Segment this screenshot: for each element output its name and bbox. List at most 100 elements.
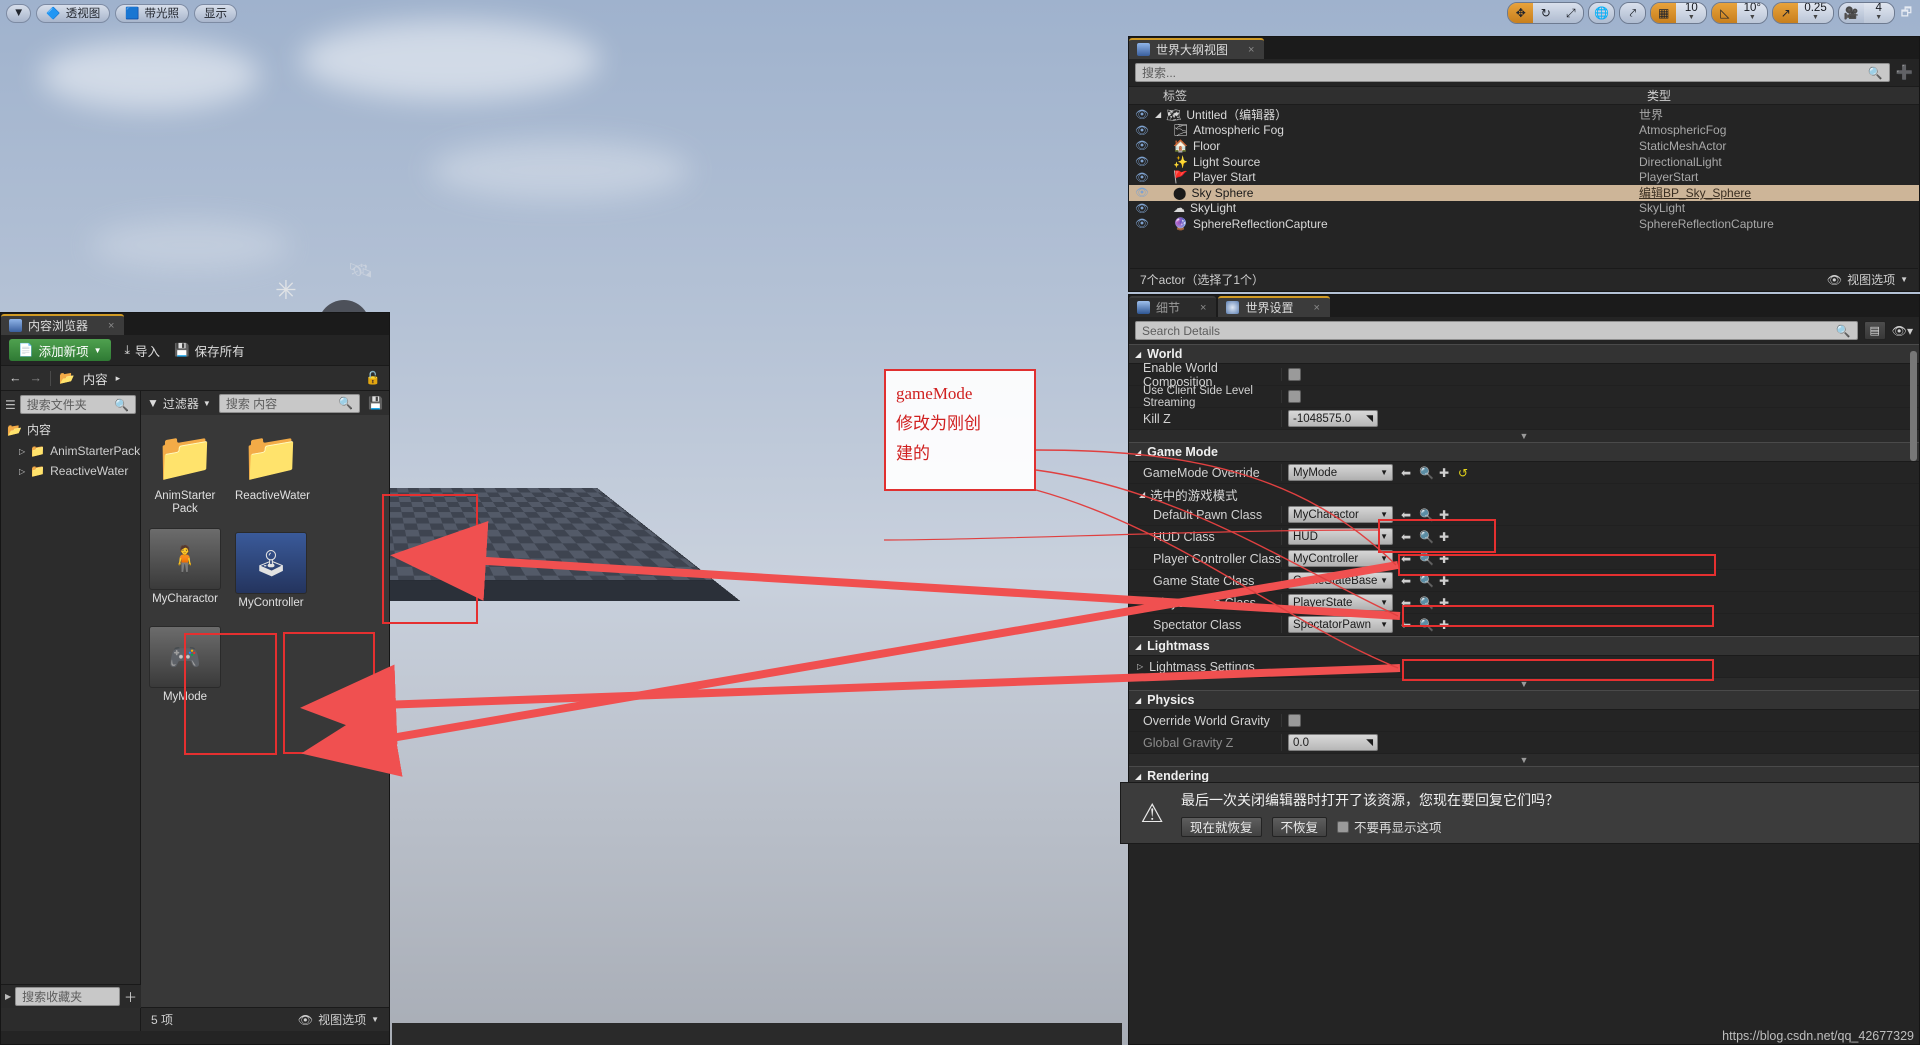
tree-item-animstarterpack[interactable]: ▷ 📁 AnimStarterPack [1, 441, 140, 461]
chevron-right-icon[interactable]: ▷ [19, 467, 25, 476]
combo-gamemode-override[interactable]: MyMode ▼ [1288, 464, 1393, 481]
expander-icon[interactable]: ◢ [1155, 110, 1161, 119]
browse-back-icon[interactable]: ⬅ [1400, 466, 1412, 480]
section-lightmass[interactable]: ◢ Lightmass [1129, 636, 1919, 656]
find-in-content-browser-icon[interactable]: 🔍 [1419, 596, 1434, 610]
add-new-button[interactable]: 📄 添加新项 ▼ [9, 339, 111, 361]
details-search-input[interactable]: Search Details 🔍 [1135, 321, 1858, 340]
create-new-asset-icon[interactable]: ✚ [1438, 596, 1450, 610]
table-row[interactable]: 👁 🔮 SphereReflectionCapture SphereReflec… [1129, 216, 1919, 232]
find-in-content-browser-icon[interactable]: 🔍 [1419, 574, 1434, 588]
column-header-type[interactable]: 类型 [1639, 87, 1919, 104]
table-row[interactable]: 👁 🏠 Floor StaticMeshActor [1129, 138, 1919, 154]
find-in-content-browser-icon[interactable]: 🔍 [1419, 530, 1434, 544]
dont-restore-button[interactable]: 不恢复 [1271, 816, 1328, 837]
asset-item-reactivewater[interactable]: 📁 ReactiveWater [235, 425, 310, 516]
tab-world-settings[interactable]: 世界设置 × [1218, 296, 1330, 317]
visibility-eye-icon[interactable]: 👁 [1129, 139, 1155, 152]
row-default-pawn-class[interactable]: Default Pawn Class MyCharactor ▼ ⬅ 🔍 ✚ [1129, 504, 1919, 526]
lock-icon[interactable]: 🔓 [365, 371, 381, 386]
row-gamemode-override[interactable]: GameMode Override MyMode ▼ ⬅ 🔍 ✚ ↺ [1129, 462, 1919, 484]
create-new-asset-icon[interactable]: ✚ [1438, 508, 1450, 522]
table-row[interactable]: 👁 🌫 Atmospheric Fog AtmosphericFog [1129, 123, 1919, 139]
tree-item-reactivewater[interactable]: ▷ 📁 ReactiveWater [1, 461, 140, 481]
viewport-options-button[interactable]: ▼ [6, 3, 32, 23]
row-kill-z[interactable]: Kill Z -1048575.0 ◥ [1129, 408, 1919, 430]
physics-section-expander[interactable]: ▼ [1129, 754, 1919, 766]
tree-item-content[interactable]: 📂 内容 [1, 418, 140, 441]
import-button[interactable]: ⤓ 导入 [125, 341, 161, 360]
visibility-eye-icon[interactable]: 👁 [1129, 108, 1155, 121]
save-search-icon[interactable]: 💾 [368, 396, 383, 410]
table-row[interactable]: 👁 ✨ Light Source DirectionalLight [1129, 154, 1919, 170]
row-enable-world-composition[interactable]: Enable World Composition [1129, 361, 1919, 389]
outliner-search-input[interactable]: 搜索... 🔍 [1135, 63, 1890, 82]
skylight-actor-icon[interactable]: ✳ [275, 275, 297, 306]
tab-content-browser-close[interactable]: × [108, 320, 114, 332]
favorites-search-input[interactable]: 搜索收藏夹 [15, 987, 120, 1006]
row-use-client-side-level-streaming[interactable]: Use Client Side Level Streaming [1129, 385, 1919, 409]
tab-details[interactable]: 细节 × [1129, 296, 1217, 317]
expander-icon[interactable]: ▷ [1137, 662, 1143, 671]
combo-player-controller-class[interactable]: MyController ▼ [1288, 550, 1393, 567]
combo-player-state-class[interactable]: PlayerState ▼ [1288, 594, 1393, 611]
asset-item-animstarterpack[interactable]: 📁 AnimStarter Pack [149, 425, 221, 516]
nav-back-icon[interactable]: ← [9, 371, 22, 385]
browse-back-icon[interactable]: ⬅ [1400, 596, 1412, 610]
subheader-selected-gamemode[interactable]: ◢ 选中的游戏模式 [1129, 484, 1919, 504]
breadcrumb-arrow-icon[interactable]: ▸ [116, 373, 121, 384]
chevron-down-icon[interactable]: ▼ [1900, 275, 1908, 284]
browse-back-icon[interactable]: ⬅ [1400, 618, 1412, 632]
browse-back-icon[interactable]: ⬅ [1400, 574, 1412, 588]
combo-spectator-class[interactable]: SpectatorPawn ▼ [1288, 616, 1393, 633]
create-new-asset-icon[interactable]: ✚ [1438, 530, 1450, 544]
breadcrumb[interactable]: 内容 [83, 369, 108, 388]
find-in-content-browser-icon[interactable]: 🔍 [1419, 552, 1434, 566]
asset-item-mycontroller[interactable]: 🕹 MyController [235, 532, 307, 610]
asset-item-mycharactor[interactable]: 🧍 MyCharactor [149, 528, 221, 610]
combo-hud-class[interactable]: HUD ▼ [1288, 528, 1393, 545]
atmospheric-fog-actor-icon[interactable]: 🛰 [348, 258, 373, 283]
row-lightmass-settings[interactable]: ▷ Lightmass Settings [1129, 656, 1919, 678]
tab-details-close[interactable]: × [1200, 302, 1206, 314]
create-new-asset-icon[interactable]: ✚ [1438, 618, 1450, 632]
find-in-content-browser-icon[interactable]: 🔍 [1419, 508, 1434, 522]
row-player-controller-class[interactable]: Player Controller Class MyController ▼ ⬅ … [1129, 548, 1919, 570]
tree-options-icon[interactable]: ☰ [5, 398, 16, 412]
row-type[interactable]: 编辑BP_Sky_Sphere [1639, 184, 1919, 201]
world-section-expander[interactable]: ▼ [1129, 430, 1919, 442]
table-row[interactable]: 👁 🚩 Player Start PlayerStart [1129, 169, 1919, 185]
create-new-asset-icon[interactable]: ✚ [1438, 552, 1450, 566]
checkbox-enable-world-composition[interactable] [1288, 368, 1301, 381]
show-flags-button[interactable]: 显示 [194, 3, 238, 23]
browse-back-icon[interactable]: ⬅ [1400, 552, 1412, 566]
row-player-state-class[interactable]: Player State Class PlayerState ▼ ⬅ 🔍 ✚ [1129, 592, 1919, 614]
add-actor-icon[interactable]: ➕ [1896, 64, 1913, 81]
row-global-gravity-z[interactable]: Global Gravity Z 0.0 ◥ [1129, 732, 1919, 754]
dont-show-again-checkbox[interactable]: 不要再显示这项 [1337, 817, 1442, 836]
input-kill-z[interactable]: -1048575.0 ◥ [1288, 410, 1378, 427]
visibility-eye-icon[interactable]: 👁 [1129, 171, 1155, 184]
asset-item-mymode[interactable]: 🎮 MyMode [149, 626, 221, 704]
combo-default-pawn-class[interactable]: MyCharactor ▼ [1288, 506, 1393, 523]
visibility-eye-icon[interactable]: 👁 [1129, 217, 1155, 230]
details-scrollbar[interactable] [1910, 351, 1917, 461]
reset-to-default-icon[interactable]: ↺ [1457, 466, 1469, 480]
section-physics[interactable]: ◢ Physics [1129, 690, 1919, 710]
visibility-eye-icon[interactable]: 👁 [1129, 155, 1155, 168]
chevron-down-icon[interactable]: ▼ [371, 1015, 379, 1024]
tab-world-outliner[interactable]: 世界大纲视图 × [1129, 38, 1265, 59]
view-mode-lit[interactable]: 🟦 带光照 [115, 3, 190, 23]
create-new-asset-icon[interactable]: ✚ [1438, 574, 1450, 588]
restore-now-button[interactable]: 现在就恢复 [1181, 816, 1262, 837]
settings-eye-icon[interactable]: 👁▾ [1892, 324, 1913, 338]
find-in-content-browser-icon[interactable]: 🔍 [1419, 618, 1434, 632]
save-all-button[interactable]: 💾 保存所有 [174, 341, 245, 360]
row-spectator-class[interactable]: Spectator Class SpectatorPawn ▼ ⬅ 🔍 ✚ [1129, 614, 1919, 636]
add-favorite-icon[interactable]: ＋ [124, 987, 137, 1006]
row-hud-class[interactable]: HUD Class HUD ▼ ⬅ 🔍 ✚ [1129, 526, 1919, 548]
chevron-right-icon[interactable]: ▶ [5, 992, 11, 1001]
outliner-view-options-label[interactable]: 视图选项 [1847, 271, 1895, 288]
tab-world-settings-close[interactable]: × [1313, 302, 1319, 314]
browse-back-icon[interactable]: ⬅ [1400, 508, 1412, 522]
